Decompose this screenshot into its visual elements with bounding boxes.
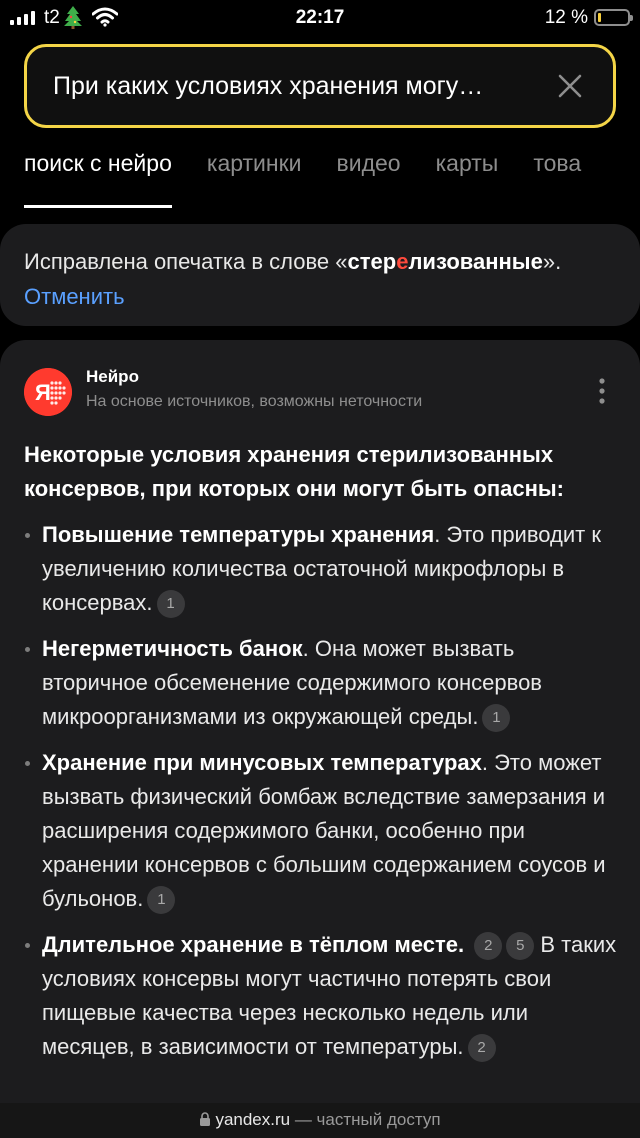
typo-correction-card: Исправлена опечатка в слове «стерелизова… [0, 224, 640, 326]
more-vertical-icon[interactable] [598, 377, 606, 405]
list-item: Хранение при минусовых температурах. Это… [24, 746, 624, 916]
svg-text:Я: Я [35, 380, 51, 405]
battery-percent: 12 % [544, 7, 588, 28]
search-input[interactable]: При каких условиях хранения могу… [24, 44, 616, 128]
answer-title: Некоторые условия хранения стерилизованн… [24, 442, 564, 501]
corrected-letter: е [396, 249, 409, 274]
tab-images[interactable]: картинки [207, 150, 302, 208]
battery-level [598, 13, 601, 22]
citation-badge[interactable]: 5 [506, 932, 535, 960]
neuro-answer: Некоторые условия хранения стерилизованн… [24, 438, 624, 1076]
search-tabs: поиск с нейро картинки видео карты това [24, 150, 640, 210]
item-heading: Повышение температуры хранения [42, 522, 435, 547]
lock-icon [200, 1112, 211, 1126]
citation-badge[interactable]: 2 [467, 1034, 496, 1062]
citation-badge[interactable]: 1 [482, 704, 511, 732]
corrected-word-part1: стер [347, 249, 397, 274]
neuro-logo-icon: Я [24, 368, 72, 416]
list-item: Повышение температуры хранения. Это прив… [24, 518, 624, 620]
url-bar[interactable]: yandex.ru — частный доступ [0, 1103, 640, 1138]
cancel-correction-link[interactable]: Отменить [24, 284, 125, 309]
typo-suffix: ». [542, 249, 562, 274]
item-heading: Длительное хранение в тёплом месте [42, 932, 458, 957]
corrected-word-part2: лизованные [408, 249, 543, 274]
url-suffix: — частный доступ [290, 1110, 441, 1129]
tab-neuro-search[interactable]: поиск с нейро [24, 150, 172, 208]
neuro-answer-card: Я Нейро На основе источников, возможны н… [0, 340, 640, 1138]
battery-icon [594, 9, 633, 26]
citation-badge[interactable]: 1 [147, 886, 176, 914]
status-bar: t2 22:17 12 % [0, 0, 640, 34]
search-query[interactable]: При каких условиях хранения могу… [53, 72, 533, 101]
citation-badge[interactable]: 1 [156, 590, 185, 618]
citation-badge[interactable]: 2 [474, 932, 503, 960]
answer-list: Повышение температуры хранения. Это прив… [24, 518, 624, 1064]
neuro-name: Нейро [86, 367, 139, 386]
url-domain: yandex.ru [215, 1110, 291, 1129]
corrected-word: стерелизованные [348, 249, 543, 274]
item-heading: Негерметичность банок [42, 636, 303, 661]
typo-prefix: Исправлена опечатка в слове « [24, 249, 348, 274]
neuro-disclaimer: На основе источников, возможны неточност… [86, 393, 423, 410]
item-heading: Хранение при минусовых температурах [42, 750, 482, 775]
list-item: Негерметичность банок. Она может вызвать… [24, 632, 624, 734]
tab-video[interactable]: видео [337, 150, 401, 208]
list-item: Длительное хранение в тёплом месте. 25 В… [24, 928, 624, 1064]
tab-goods[interactable]: това [533, 150, 581, 208]
item-period: . [457, 932, 465, 957]
tab-maps[interactable]: карты [436, 150, 499, 208]
close-icon[interactable] [555, 71, 585, 101]
